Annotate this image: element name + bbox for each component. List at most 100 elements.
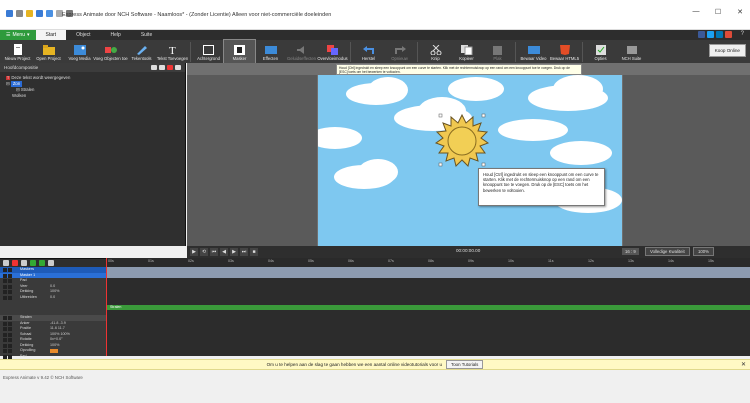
visibility-toggle[interactable] <box>3 290 7 294</box>
lock-toggle[interactable] <box>8 284 12 289</box>
visibility-toggle[interactable] <box>3 316 7 320</box>
step-back-icon[interactable]: ◀ <box>220 248 228 256</box>
lock-toggle[interactable] <box>8 279 12 283</box>
cloud-shape[interactable] <box>550 141 612 165</box>
zoom-dropdown[interactable]: 100% <box>693 247 714 256</box>
add-media-button[interactable]: Voeg Media <box>64 40 95 63</box>
lock-toggle[interactable] <box>8 332 12 337</box>
lock-toggle[interactable] <box>8 354 12 359</box>
animation-stage[interactable] <box>318 75 622 246</box>
save-video-button[interactable]: Bewaar Video <box>518 40 549 63</box>
settings-icon[interactable] <box>175 65 181 70</box>
cloud-shape[interactable] <box>358 159 398 185</box>
open-project-button[interactable]: Open Project <box>33 40 64 63</box>
youtube-icon[interactable] <box>725 31 732 38</box>
cloud-shape[interactable] <box>553 75 603 103</box>
visibility-toggle[interactable] <box>3 354 7 359</box>
visibility-toggle[interactable] <box>3 321 7 326</box>
quality-dropdown[interactable]: Volledige Kwaliteit <box>645 247 690 256</box>
duplicate-icon[interactable] <box>159 65 165 70</box>
text-layer-icon[interactable] <box>48 260 54 266</box>
lock-toggle[interactable] <box>8 343 12 348</box>
drawing-tools-button[interactable]: Tekentools <box>126 40 157 63</box>
step-forward-icon[interactable]: ▶ <box>230 248 238 256</box>
visibility-toggle[interactable] <box>3 279 7 283</box>
tab-help[interactable]: Help <box>101 30 131 40</box>
add-objects-button[interactable]: Voeg Objecten toe <box>93 40 128 63</box>
save-icon[interactable] <box>36 10 43 17</box>
mask-track[interactable] <box>106 267 750 278</box>
play-icon[interactable]: ▶ <box>190 248 198 256</box>
mask-button[interactable]: Masker <box>223 39 256 64</box>
add-text-button[interactable]: T Tekst Toevoegen <box>157 40 188 63</box>
lock-toggle[interactable] <box>8 316 12 320</box>
stop-icon[interactable]: ■ <box>250 248 258 256</box>
visibility-toggle[interactable] <box>3 343 7 348</box>
tree-item-clouds[interactable]: Wolken <box>4 93 185 99</box>
visibility-toggle[interactable] <box>3 327 7 331</box>
undo-icon[interactable] <box>46 10 53 17</box>
undo-button[interactable]: Herstel <box>353 40 384 63</box>
visibility-toggle[interactable] <box>3 273 7 278</box>
visibility-toggle[interactable] <box>3 349 7 353</box>
options-button[interactable]: Opties <box>585 40 616 63</box>
lock-toggle[interactable] <box>8 327 12 331</box>
sun-shape[interactable] <box>434 113 490 169</box>
minimize-button[interactable]: — <box>692 8 700 16</box>
tab-start[interactable]: Start <box>35 30 67 40</box>
visibility-toggle[interactable] <box>3 295 7 300</box>
expand-icon[interactable]: ⊟ <box>16 87 20 92</box>
skip-end-icon[interactable]: ⏭ <box>240 248 248 256</box>
rays-track[interactable]: Stralen <box>106 305 750 310</box>
move-down-icon[interactable] <box>39 260 45 266</box>
settings-icon[interactable] <box>3 260 9 266</box>
new-layer-icon[interactable] <box>151 65 157 70</box>
time-ruler[interactable]: 00s 01s 02s 03s 04s 05s 06s 07s 08s 09s … <box>106 258 750 267</box>
background-button[interactable]: Achtergrond <box>193 40 224 63</box>
cloud-shape[interactable] <box>318 127 362 149</box>
loop-icon[interactable]: ⟲ <box>200 248 208 256</box>
skip-start-icon[interactable]: ⏮ <box>210 248 218 256</box>
buy-online-button[interactable]: Koop Online <box>708 44 746 57</box>
show-tutorials-button[interactable]: Toon Tutorials <box>446 360 484 369</box>
visibility-toggle[interactable] <box>3 268 7 272</box>
maximize-button[interactable]: ☐ <box>714 8 722 16</box>
linkedin-icon[interactable] <box>716 31 723 38</box>
cloud-shape[interactable] <box>498 119 568 141</box>
blend-mode-button[interactable]: Overvloeimodus <box>317 40 348 63</box>
close-icon[interactable]: ✕ <box>741 361 746 368</box>
paste-button[interactable]: Plak <box>482 40 513 63</box>
visibility-toggle[interactable] <box>3 338 7 342</box>
keyframe-icon[interactable] <box>12 260 18 266</box>
aspect-ratio-button[interactable]: 16 : 9 <box>622 248 639 255</box>
move-up-icon[interactable] <box>30 260 36 266</box>
timeline-tracks[interactable] <box>106 267 750 356</box>
cloud-shape[interactable] <box>368 77 408 103</box>
new-icon[interactable] <box>16 10 23 17</box>
tab-suite[interactable]: Suite <box>131 30 162 40</box>
lock-toggle[interactable] <box>8 295 12 300</box>
nch-suite-button[interactable]: NCH Suite <box>616 40 647 63</box>
new-project-button[interactable]: Nieuw Project <box>2 40 33 63</box>
help-icon[interactable]: ? <box>741 31 744 37</box>
copy-button[interactable]: Kopieer <box>451 40 482 63</box>
tab-object[interactable]: Object <box>66 30 100 40</box>
save-html5-button[interactable]: Bewaar HTML5 <box>549 40 580 63</box>
playhead[interactable] <box>106 258 107 356</box>
redo-button[interactable]: Opnieuw <box>384 40 415 63</box>
effects-button[interactable]: Effecten <box>255 40 286 63</box>
open-folder-icon[interactable] <box>26 10 33 17</box>
facebook-icon[interactable] <box>698 31 705 38</box>
fill-color-swatch[interactable] <box>50 349 58 353</box>
twitter-icon[interactable] <box>707 31 714 38</box>
lock-toggle[interactable] <box>8 273 12 278</box>
lock-toggle[interactable] <box>8 338 12 342</box>
sound-effects-button[interactable]: Geluidseffecten <box>286 40 317 63</box>
lock-toggle[interactable] <box>8 321 12 326</box>
lock-toggle[interactable] <box>8 268 12 272</box>
visibility-toggle[interactable] <box>3 284 7 289</box>
cloud-shape[interactable] <box>448 77 504 101</box>
cut-button[interactable]: Knip <box>420 40 451 63</box>
delete-icon[interactable] <box>167 65 173 70</box>
visibility-toggle[interactable] <box>3 332 7 337</box>
